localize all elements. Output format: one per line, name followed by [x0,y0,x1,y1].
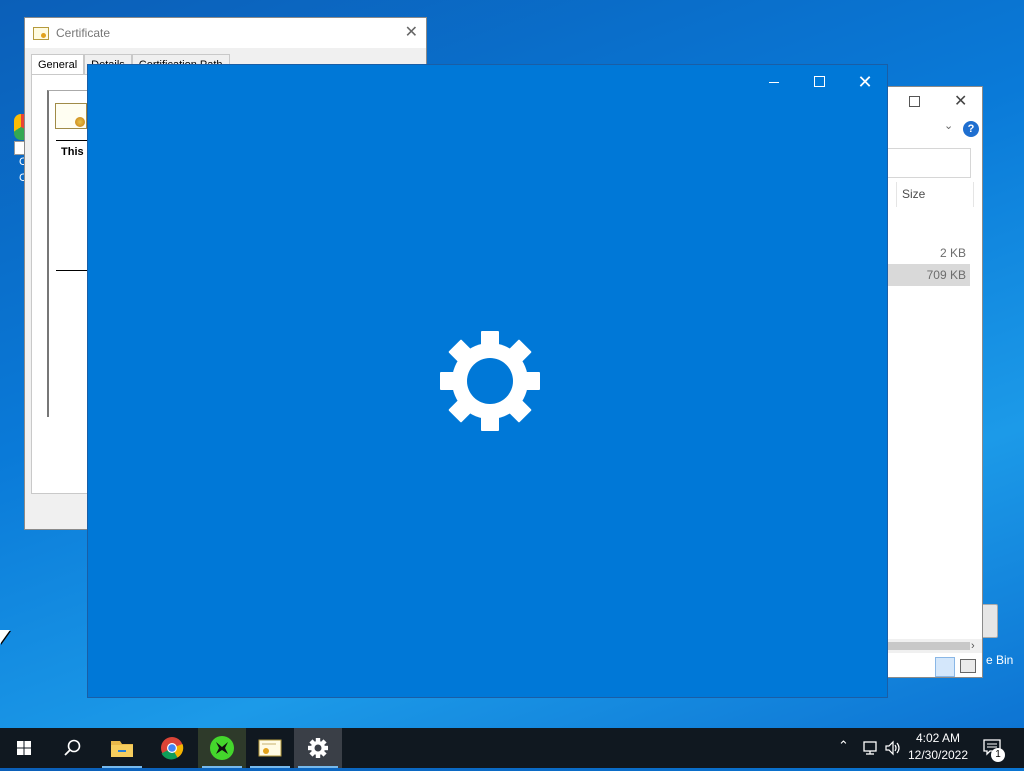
certificate-icon [258,739,282,757]
volume-icon[interactable] [884,739,902,757]
details-view-icon[interactable] [935,657,955,677]
horizontal-scrollbar[interactable] [888,639,982,653]
taskbar-chrome[interactable] [148,728,196,768]
notification-count-badge: 1 [991,748,1005,762]
table-row[interactable]: 2 KB [888,242,970,264]
taskbar-settings[interactable] [294,728,342,768]
search-input[interactable] [888,148,971,178]
large-icons-view-icon[interactable] [960,659,976,673]
scroll-right-icon[interactable]: › [971,640,975,652]
minimize-icon[interactable] [759,71,789,93]
certificate-title: Certificate [56,26,111,40]
chrome-icon [161,737,184,760]
column-header-size[interactable]: Size [896,182,974,207]
mouse-cursor-icon [0,630,10,644]
tab-general[interactable]: General [31,54,85,75]
certificate-titlebar: Certificate ✕ [25,18,426,48]
clock-date[interactable]: 12/30/2022 [906,748,970,762]
razer-icon [210,736,234,760]
file-explorer-icon [111,741,133,757]
settings-window: ✕ [87,64,888,698]
search-icon [64,739,81,756]
help-icon[interactable]: ? [963,121,979,137]
close-icon[interactable]: ✕ [405,22,418,42]
search-button[interactable] [48,728,96,768]
taskbar: ⌃ 4:02 AM 12/30/2022 1 [0,728,1024,768]
taskbar-certificate[interactable] [246,728,294,768]
clock-time[interactable]: 4:02 AM [906,731,970,745]
close-icon[interactable]: ✕ [954,91,967,111]
gear-icon [440,331,540,431]
chevron-down-icon[interactable]: ⌄ [944,119,953,132]
certificate-badge-icon [55,103,87,129]
taskbar-file-explorer[interactable] [98,728,146,768]
settings-icon [308,738,328,758]
maximize-icon[interactable] [909,96,920,107]
maximize-icon[interactable] [804,71,834,93]
close-icon[interactable]: ✕ [850,71,880,93]
start-button[interactable] [0,728,48,768]
show-hidden-icons-chevron-icon[interactable]: ⌃ [838,738,849,754]
windows-logo-icon [17,741,31,755]
scrollbar-thumb[interactable] [888,642,970,650]
certificate-icon [33,26,49,40]
file-explorer-window: ✕ ⌄ ? Size 2 KB 709 KB › [888,86,983,678]
table-row[interactable]: 709 KB [888,264,970,286]
recycle-bin-label[interactable]: e Bin [986,653,1013,667]
network-icon[interactable] [862,739,880,757]
taskbar-razer[interactable] [198,728,246,768]
